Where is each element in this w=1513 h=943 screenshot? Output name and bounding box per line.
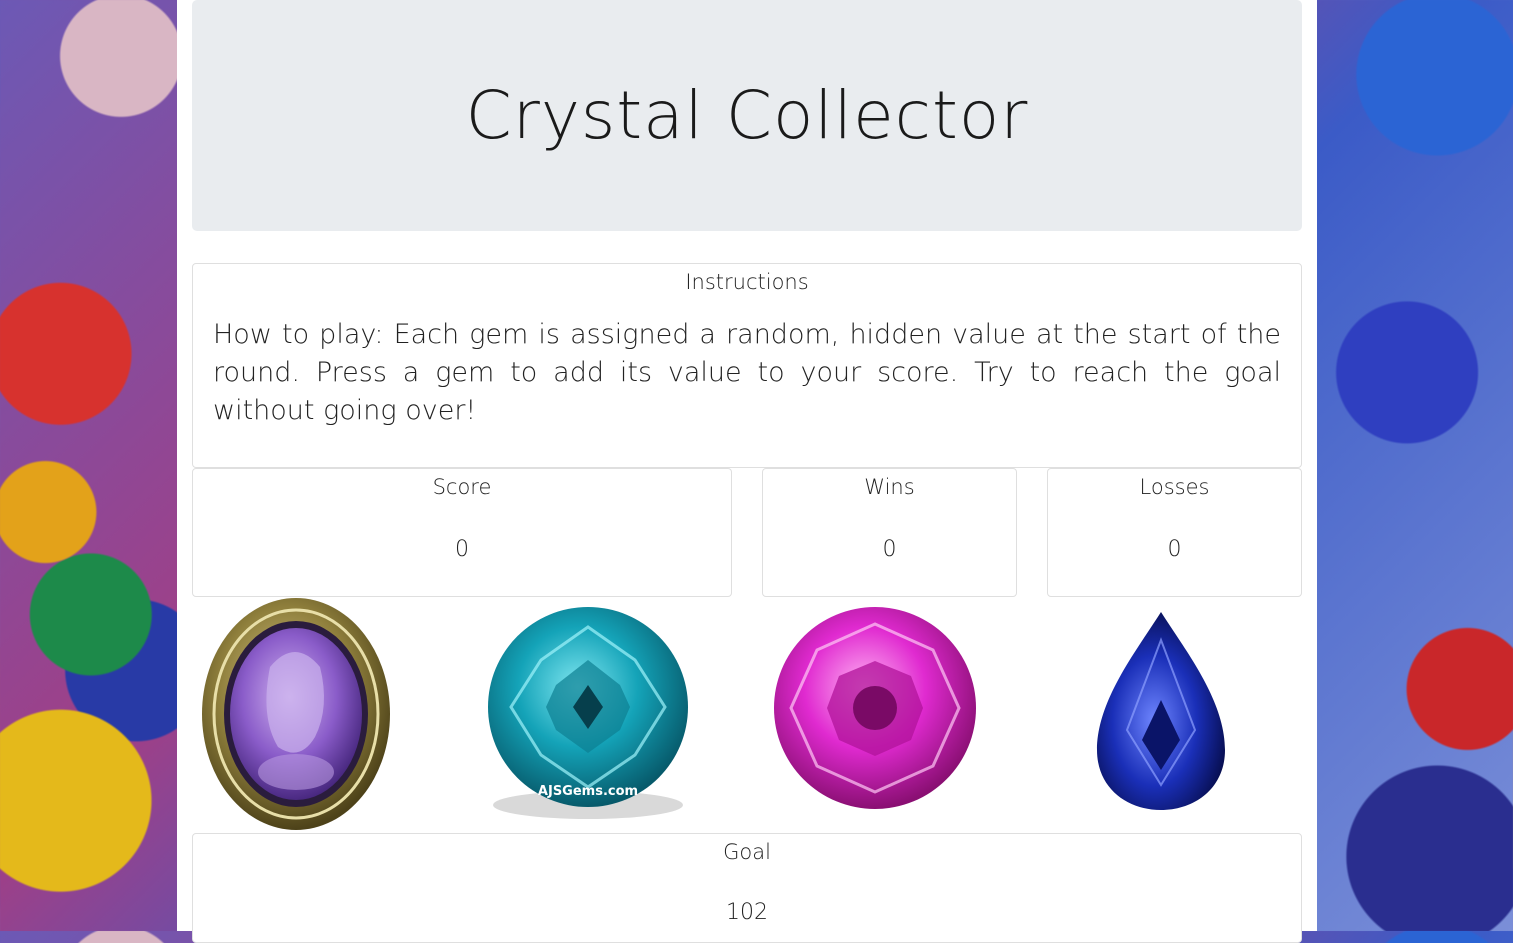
gem-button-teal[interactable]: AJSGems.com (485, 605, 691, 823)
instructions-heading: Instructions (685, 270, 809, 294)
page-title: Crystal Collector (465, 77, 1029, 154)
pink-gem-icon (774, 607, 976, 809)
score-value: 0 (455, 537, 469, 562)
blue-gem-icon (1097, 612, 1225, 810)
header-jumbotron: Crystal Collector (192, 0, 1302, 231)
wins-label: Wins (864, 475, 915, 499)
teal-gem-icon: AJSGems.com (488, 607, 688, 819)
losses-value: 0 (1167, 537, 1182, 562)
wins-card: Wins 0 (762, 468, 1017, 597)
amethyst-gem-icon (202, 598, 390, 830)
score-label: Score (432, 475, 492, 499)
gem-watermark: AJSGems.com (538, 784, 638, 799)
goal-label: Goal (723, 840, 771, 864)
gem-button-blue[interactable] (1095, 610, 1227, 811)
instructions-text: How to play: Each gem is assigned a rand… (213, 319, 1281, 426)
score-card: Score 0 (192, 468, 732, 597)
losses-card: Losses 0 (1047, 468, 1302, 597)
goal-card: Goal 102 (192, 833, 1302, 943)
gem-button-amethyst[interactable] (200, 597, 393, 833)
losses-label: Losses (1139, 475, 1210, 499)
main-container: Crystal Collector Instructions How to pl… (177, 0, 1317, 943)
wins-value: 0 (882, 537, 897, 562)
goal-value: 102 (726, 900, 768, 925)
gem-button-pink[interactable] (773, 606, 978, 811)
instructions-card: Instructions How to play: Each gem is as… (192, 263, 1302, 468)
